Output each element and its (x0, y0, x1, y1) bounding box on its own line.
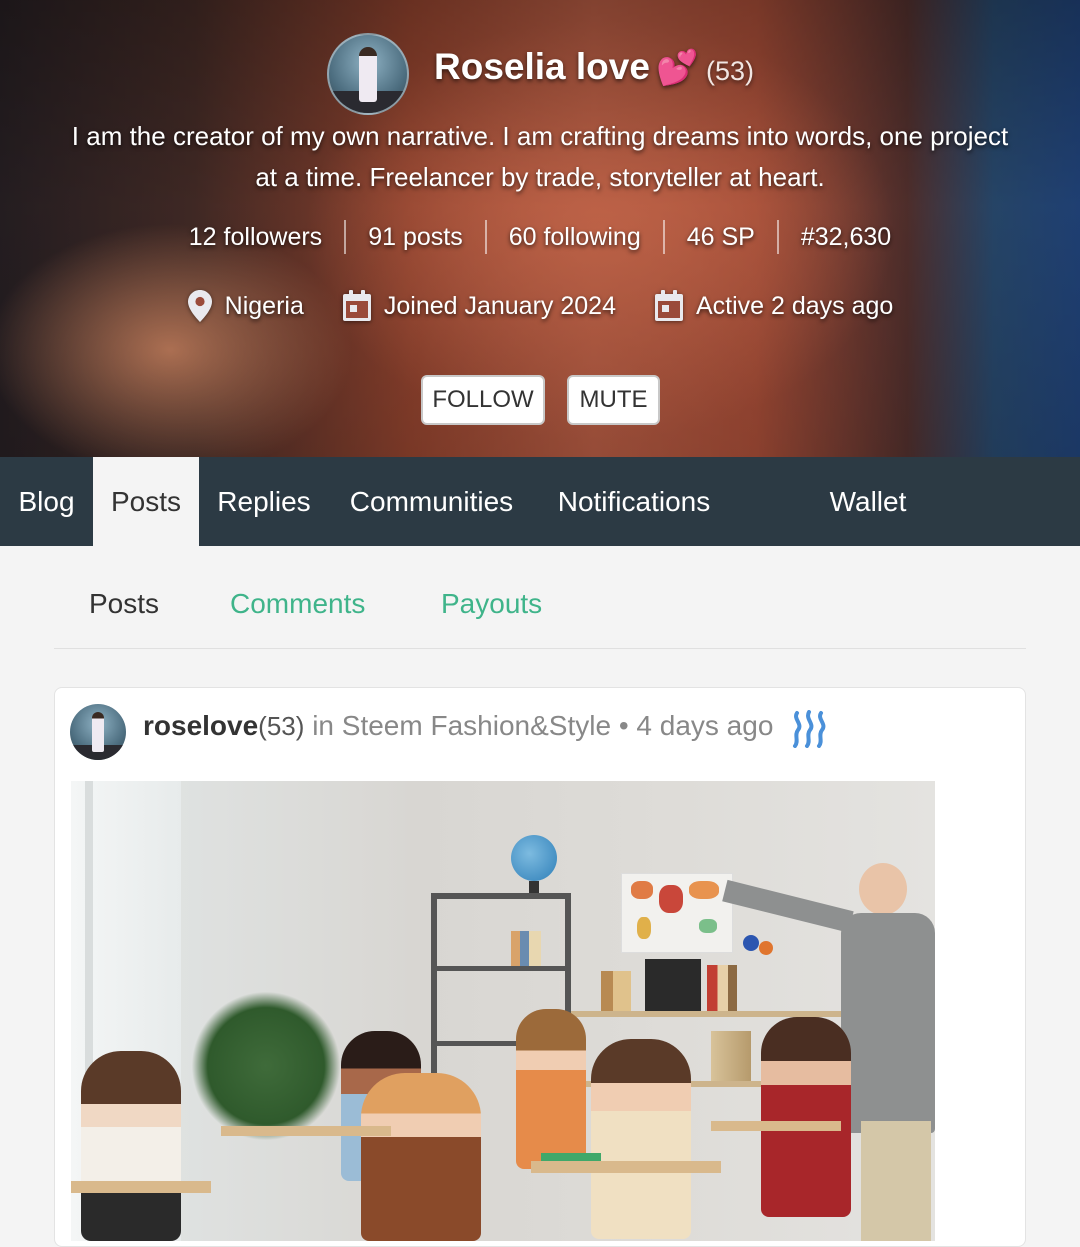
profile-meta: Nigeria Joined January 2024 Active 2 day… (0, 284, 1080, 328)
tab-replies[interactable]: Replies (199, 457, 329, 546)
location: Nigeria (187, 289, 304, 323)
post-separator: • (618, 710, 629, 741)
steem-power: 46 SP (686, 222, 755, 251)
post-community-link[interactable]: Steem Fashion&Style (342, 710, 611, 741)
profile-reputation: (53) (706, 56, 755, 86)
rank: #32,630 (800, 222, 892, 251)
tab-posts[interactable]: Posts (93, 457, 199, 546)
post-author-avatar[interactable] (70, 704, 126, 760)
post-author-link[interactable]: roselove (143, 710, 258, 741)
profile-name: Roselia love 💕 (434, 46, 698, 88)
profile-stats: 12 followers 91 posts 60 following 46 SP… (0, 214, 1080, 260)
joined-text: Joined January 2024 (383, 291, 616, 320)
location-pin-icon (187, 290, 212, 322)
post-author-rep: (53) (258, 711, 305, 741)
hearts-emoji-icon: 💕 (655, 49, 699, 87)
last-active: Active 2 days ago (654, 290, 893, 322)
calendar-icon (342, 290, 371, 321)
profile-name-text: Roselia love (434, 46, 650, 87)
profile-bio: I am the creator of my own narrative. I … (71, 121, 1009, 192)
tab-notifications[interactable]: Notifications (534, 457, 734, 546)
profile-avatar[interactable] (327, 33, 409, 115)
post-thumbnail-image[interactable] (71, 781, 935, 1241)
profile-tabs: Blog Posts Replies Communities Notificat… (0, 457, 1080, 546)
subtab-payouts[interactable]: Payouts (441, 588, 542, 620)
subtab-posts[interactable]: Posts (89, 588, 159, 620)
profile-header: Roselia love 💕 (53) I am the creator of m… (0, 0, 1080, 457)
active-text: Active 2 days ago (695, 291, 894, 320)
posts-count: 91 posts (368, 222, 463, 251)
tab-wallet[interactable]: Wallet (808, 457, 928, 546)
following-link[interactable]: 60 following (487, 223, 663, 252)
location-text: Nigeria (224, 291, 304, 320)
post-in-label: in (312, 710, 334, 741)
follow-button[interactable]: FOLLOW (421, 375, 545, 425)
tab-blog[interactable]: Blog (0, 457, 93, 546)
calendar-icon (654, 290, 683, 321)
joined-date: Joined January 2024 (342, 290, 616, 322)
post-header: roselove(53) in Steem Fashion&Style • 4 … (143, 710, 773, 742)
steem-logo-icon (793, 710, 826, 748)
tab-communities[interactable]: Communities (329, 457, 534, 546)
post-time[interactable]: 4 days ago (636, 710, 773, 741)
mute-button[interactable]: MUTE (567, 375, 660, 425)
subtab-comments[interactable]: Comments (230, 588, 365, 620)
post-card: roselove(53) in Steem Fashion&Style • 4 … (54, 687, 1026, 1247)
followers-link[interactable]: 12 followers (167, 223, 344, 252)
post-filter-tabs: Posts Comments Payouts (54, 560, 1026, 649)
